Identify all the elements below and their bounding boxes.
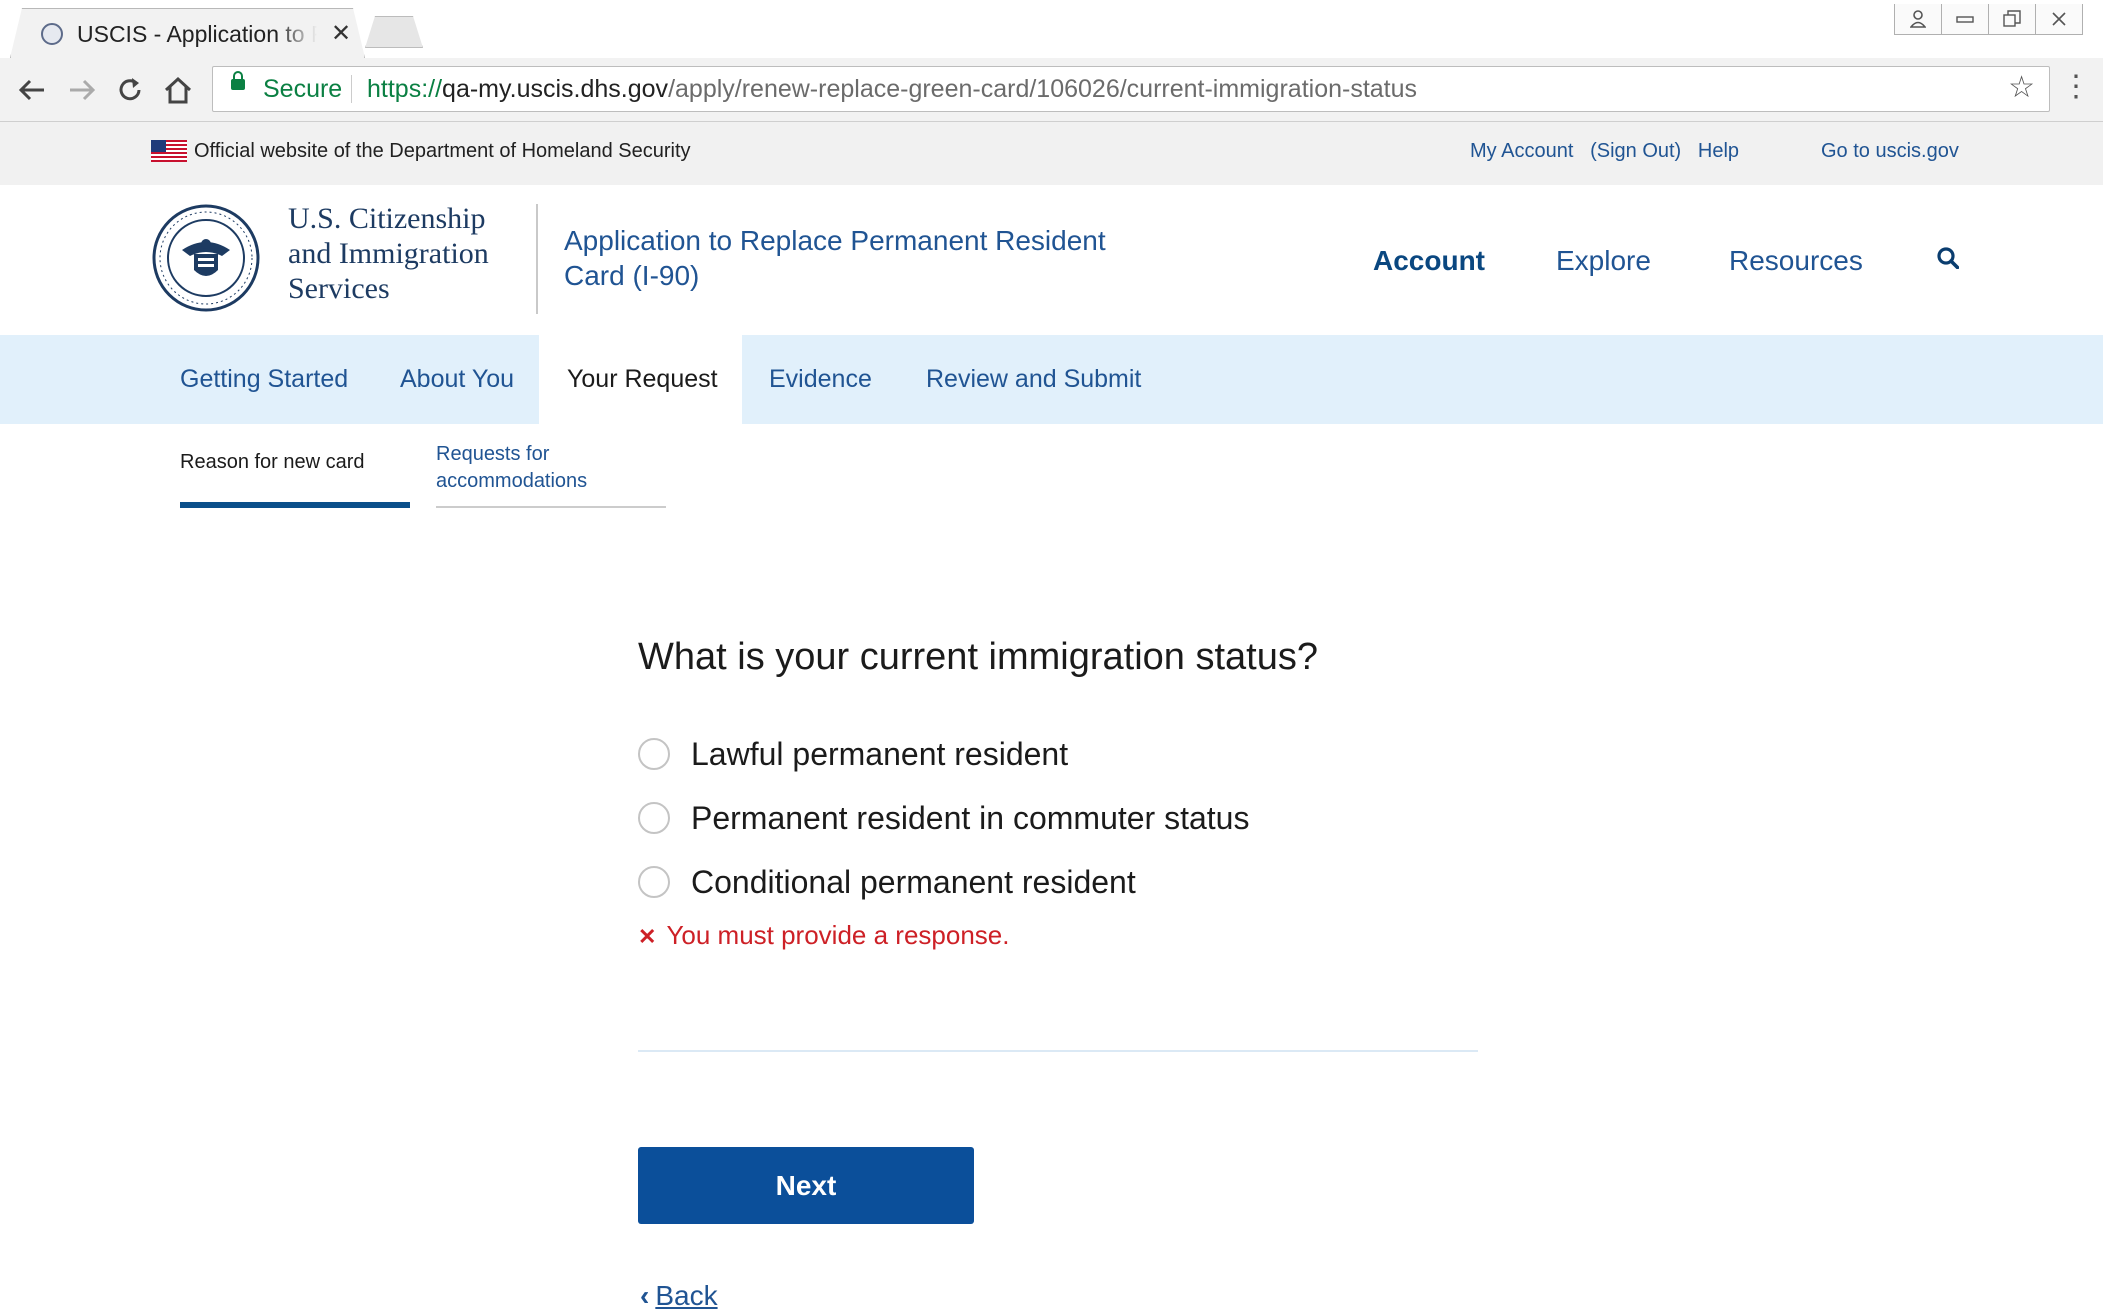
- help-link[interactable]: Help: [1698, 140, 1739, 162]
- step-getting-started[interactable]: Getting Started: [180, 335, 348, 424]
- application-title: Application to Replace Permanent Residen…: [564, 225, 1106, 291]
- tab-close-icon[interactable]: ✕: [331, 19, 351, 48]
- official-banner: Official website of the Department of Ho…: [0, 122, 2103, 185]
- question-heading: What is your current immigration status?: [638, 636, 1319, 678]
- restore-icon[interactable]: [1988, 4, 2036, 35]
- dhs-favicon-icon: [41, 23, 63, 45]
- option-conditional-permanent-resident[interactable]: Conditional permanent resident: [638, 862, 1136, 902]
- radio-button[interactable]: [638, 738, 670, 770]
- reload-icon[interactable]: [110, 70, 150, 110]
- agency-line-1: U.S. Citizenship: [288, 202, 486, 235]
- option-label: Permanent resident in commuter status: [691, 799, 1250, 836]
- next-button[interactable]: Next: [638, 1147, 974, 1224]
- account-links: My Account (Sign Out) Help: [1470, 140, 1739, 163]
- omnibox-divider: [351, 75, 352, 103]
- step-review-and-submit[interactable]: Review and Submit: [926, 335, 1141, 424]
- tab-title: USCIS - Application to Replace Permanent…: [77, 21, 317, 48]
- go-to-uscis-link[interactable]: Go to uscis.gov: [1821, 140, 1959, 163]
- sign-out-link[interactable]: (Sign Out): [1590, 140, 1681, 162]
- error-x-icon: ✕: [638, 924, 657, 949]
- browser-tab[interactable]: USCIS - Application to Replace Permanent…: [10, 8, 365, 58]
- option-permanent-resident-commuter[interactable]: Permanent resident in commuter status: [638, 798, 1249, 838]
- subtab-underline: [436, 506, 666, 508]
- url-path: /apply/renew-replace-green-card/106026/c…: [668, 75, 1418, 103]
- forward-arrow-icon[interactable]: [62, 70, 102, 110]
- nav-explore[interactable]: Explore: [1556, 245, 1651, 277]
- back-arrow-icon[interactable]: [12, 70, 52, 110]
- minimize-icon[interactable]: [1941, 4, 1989, 35]
- step-navigation: Getting Started About You Your Request E…: [0, 335, 2103, 424]
- official-website-text: Official website of the Department of Ho…: [194, 140, 691, 162]
- us-flag-icon: [151, 140, 187, 162]
- validation-error: ✕ You must provide a response.: [638, 920, 1009, 951]
- back-link[interactable]: ‹ Back: [640, 1280, 718, 1312]
- agency-line-3: Services: [288, 272, 390, 305]
- header-divider: [536, 204, 538, 314]
- step-evidence[interactable]: Evidence: [769, 335, 872, 424]
- browser-menu-icon[interactable]: ⋮: [2061, 70, 2091, 104]
- window-controls: [1894, 4, 2083, 36]
- nav-resources[interactable]: Resources: [1729, 245, 1863, 277]
- dhs-seal-icon[interactable]: [152, 204, 260, 312]
- radio-button[interactable]: [638, 802, 670, 834]
- search-icon[interactable]: [1937, 247, 1959, 269]
- section-divider: [638, 1050, 1478, 1052]
- back-label: Back: [655, 1280, 718, 1311]
- url-scheme: https://: [367, 75, 443, 103]
- profile-icon[interactable]: [1894, 4, 1942, 35]
- active-subtab-indicator: [180, 502, 410, 508]
- new-tab-button[interactable]: [365, 16, 423, 48]
- option-label: Conditional permanent resident: [691, 863, 1136, 900]
- chevron-left-icon: ‹: [640, 1280, 650, 1311]
- step-your-request[interactable]: Your Request: [539, 335, 742, 424]
- step-about-you[interactable]: About You: [400, 335, 514, 424]
- secure-label: Secure: [263, 75, 343, 103]
- option-label: Lawful permanent resident: [691, 735, 1069, 772]
- nav-account[interactable]: Account: [1373, 245, 1485, 277]
- url-host: qa-my.uscis.dhs.gov: [442, 75, 669, 103]
- close-window-icon[interactable]: [2035, 4, 2083, 35]
- browser-toolbar: Secure https://qa-my.uscis.dhs.gov/apply…: [0, 58, 2103, 122]
- error-message: You must provide a response.: [666, 920, 1010, 950]
- agency-name[interactable]: U.S. Citizenship and Immigration Service…: [288, 201, 489, 306]
- my-account-link[interactable]: My Account: [1470, 140, 1573, 162]
- subtab-reason-for-new-card[interactable]: Reason for new card: [180, 451, 365, 474]
- site-header: U.S. Citizenship and Immigration Service…: [0, 185, 2103, 335]
- home-icon[interactable]: [158, 70, 198, 110]
- browser-tabstrip: USCIS - Application to Replace Permanent…: [0, 0, 2103, 58]
- address-bar[interactable]: Secure https://qa-my.uscis.dhs.gov/apply…: [212, 66, 2050, 112]
- agency-line-2: and Immigration: [288, 237, 489, 270]
- option-lawful-permanent-resident[interactable]: Lawful permanent resident: [638, 734, 1068, 774]
- subtab-requests-for-accommodations[interactable]: Requests for accommodations: [436, 441, 606, 495]
- lock-icon: [231, 71, 245, 90]
- url-text[interactable]: https://qa-my.uscis.dhs.gov/apply/renew-…: [367, 75, 1417, 104]
- bookmark-star-icon[interactable]: ☆: [2008, 70, 2035, 105]
- radio-button[interactable]: [638, 866, 670, 898]
